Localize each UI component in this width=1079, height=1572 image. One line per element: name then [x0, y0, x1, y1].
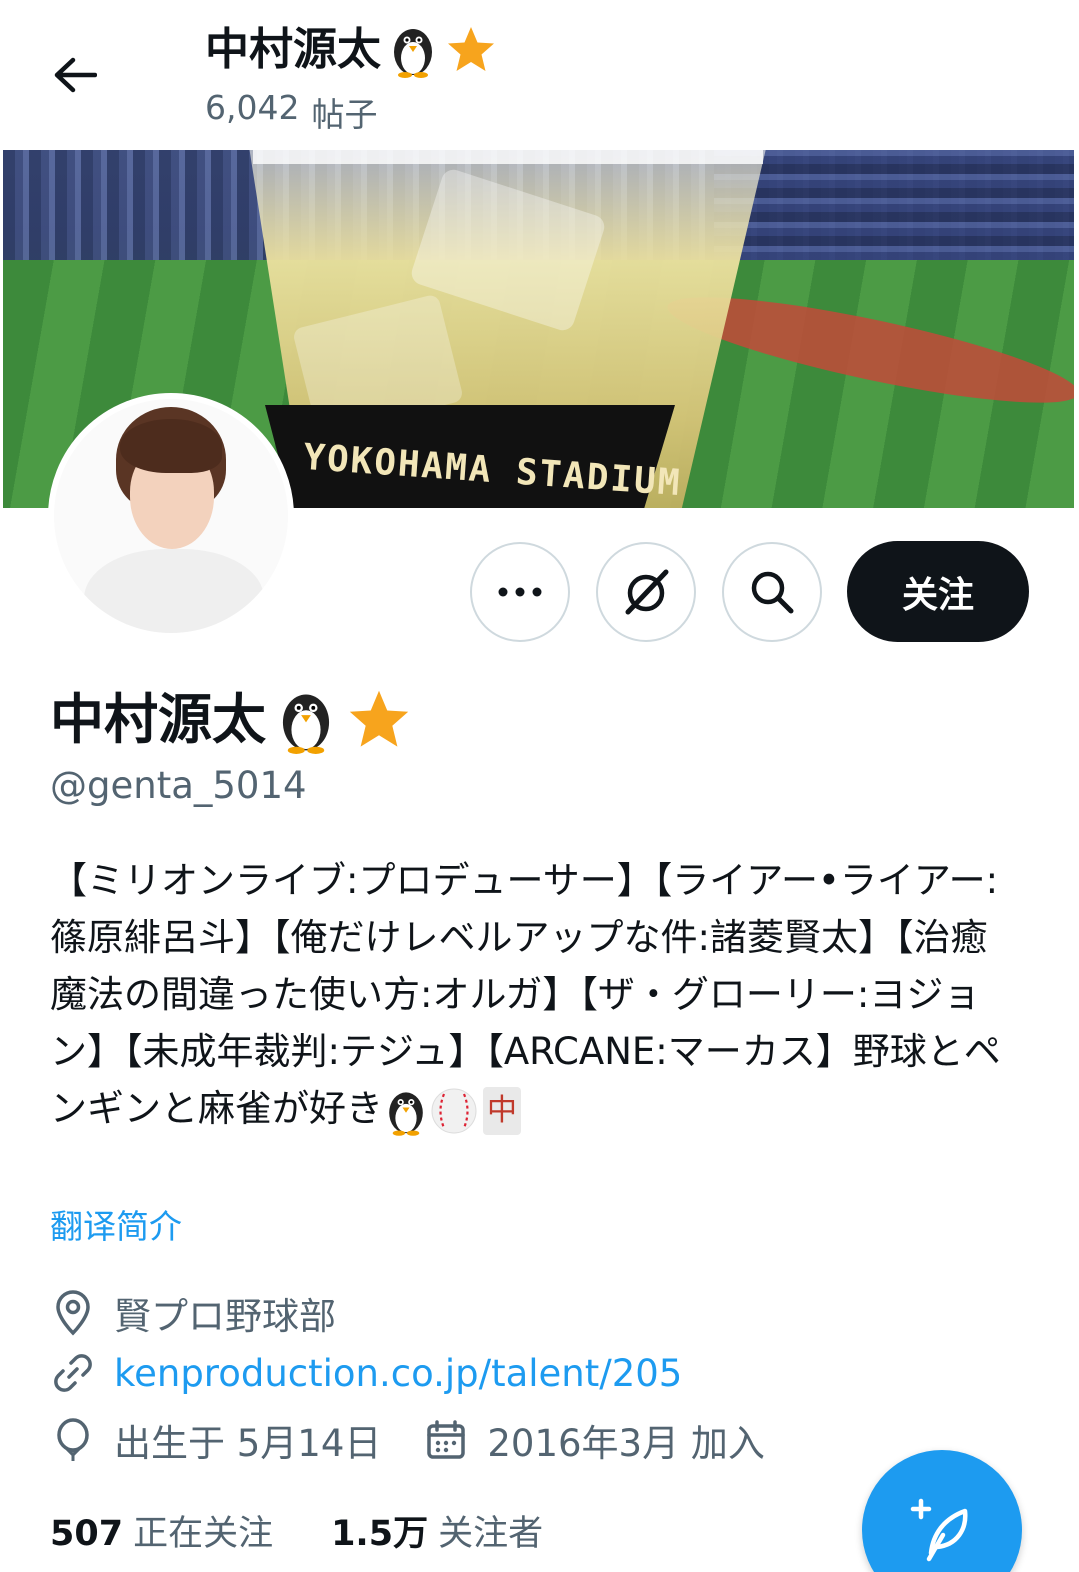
follow-button[interactable]: 关注 [847, 541, 1029, 642]
followers-label: 关注者 [438, 1514, 544, 1554]
search-button[interactable] [722, 542, 822, 642]
compose-post-button[interactable] [862, 1450, 1022, 1572]
back-button[interactable] [40, 44, 110, 106]
birth-joined-row: 出生于 5月14日 2016年3月 加入 [50, 1413, 765, 1467]
translate-bio-link[interactable]: 翻译简介 [50, 1200, 182, 1248]
bio-text: 【ミリオンライブ:プロデューサー】【ライアー•ライアー:篠原緋呂斗】【俺だけレベ… [50, 859, 1001, 1130]
grok-button[interactable] [596, 542, 696, 642]
following-label: 正在关注 [133, 1514, 274, 1554]
profile-bio: 【ミリオンライブ:プロデューサー】【ライアー•ライアー:篠原緋呂斗】【俺だけレベ… [50, 852, 1010, 1137]
grok-icon [625, 569, 669, 615]
website-row: kenproduction.co.jp/talent/205 [50, 1350, 682, 1396]
follow-stats: 507 正在关注 1.5万 关注者 [50, 1505, 543, 1556]
followers-link[interactable]: 1.5万 关注者 [331, 1505, 543, 1556]
website-link[interactable]: kenproduction.co.jp/talent/205 [114, 1352, 682, 1395]
following-count: 507 [50, 1514, 124, 1554]
search-icon [751, 571, 794, 614]
post-count: 6,042 [205, 88, 300, 127]
followers-count: 1.5万 [331, 1514, 429, 1554]
joined-date: 2016年3月 加入 [423, 1413, 765, 1467]
penguin-emoji-icon [282, 694, 330, 754]
location-row: 賢プロ野球部 [50, 1286, 336, 1340]
joined-text: 2016年3月 加入 [487, 1422, 765, 1465]
avatar-fringe [120, 419, 222, 473]
baseball-emoji-icon [431, 1088, 477, 1133]
following-link[interactable]: 507 正在关注 [50, 1505, 273, 1556]
header-name: 中村源太 [205, 24, 381, 75]
display-name: 中村源太 [50, 688, 266, 751]
header-post-count: 6,042 帖子 [205, 88, 377, 136]
star-emoji-icon [448, 27, 494, 71]
profile-name: 中村源太 [50, 684, 412, 756]
header-title: 中村源太 [205, 20, 497, 80]
arrow-left-icon [54, 57, 97, 93]
more-icon [498, 587, 542, 597]
post-count-label: 帖子 [311, 95, 378, 134]
profile-handle: @genta_5014 [50, 764, 307, 807]
avatar[interactable] [48, 393, 294, 639]
mahjong-tile-icon: 中 [483, 1086, 521, 1135]
link-icon [50, 1350, 96, 1396]
compose-feather-icon [910, 1498, 968, 1562]
banner-cup-rim [253, 150, 763, 164]
penguin-emoji-icon [394, 29, 432, 78]
avatar-shirt [84, 549, 264, 633]
location-text: 賢プロ野球部 [114, 1295, 336, 1338]
birthday-text: 出生于 5月14日 [114, 1422, 382, 1465]
more-button[interactable] [470, 542, 570, 642]
calendar-icon [423, 1417, 469, 1463]
star-emoji-icon [349, 690, 409, 747]
location-pin-icon [50, 1290, 96, 1336]
penguin-emoji-icon [389, 1091, 423, 1136]
balloon-icon [50, 1417, 96, 1463]
profile-header: 中村源太 6,042 帖子 [0, 0, 1079, 150]
